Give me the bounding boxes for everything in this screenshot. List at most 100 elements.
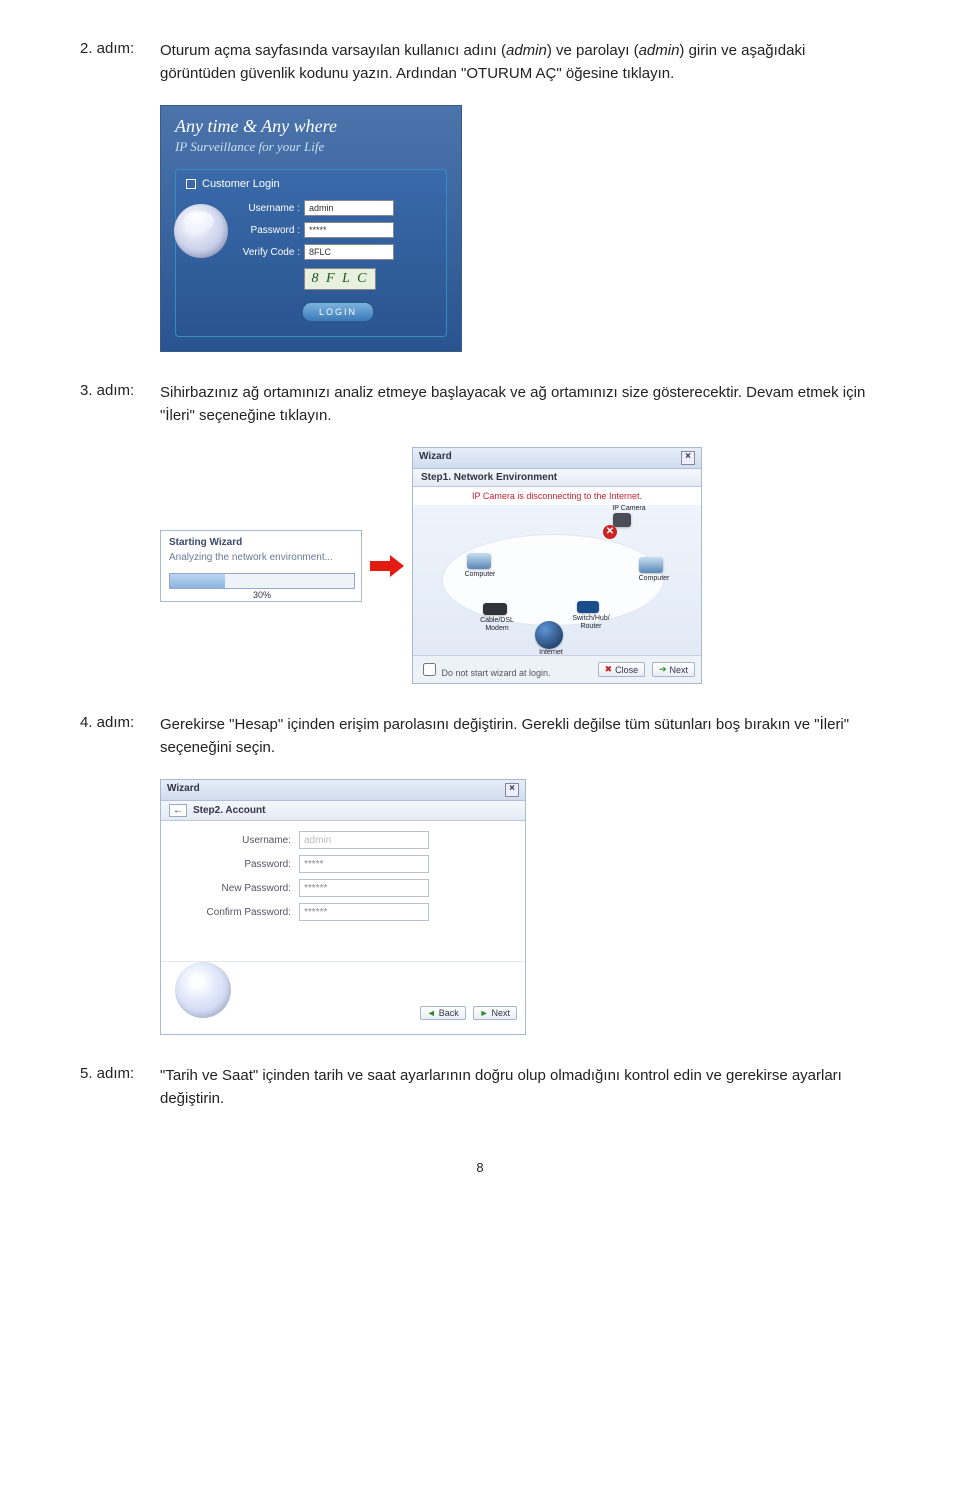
starting-wizard-body: Starting Wizard Analyzing the network en… <box>161 531 361 601</box>
step-2-admin1: admin <box>506 42 547 59</box>
step-2: 2. adım: Oturum açma sayfasında varsayıl… <box>80 40 880 85</box>
cloud-shape <box>443 535 663 625</box>
next-button[interactable]: ➔Next <box>652 662 695 677</box>
step-3: 3. adım: Sihirbazınız ağ ortamınızı anal… <box>80 382 880 427</box>
ip-camera-label: IP Camera <box>609 505 649 513</box>
captcha-image: 8 F L C <box>304 268 376 290</box>
password-input[interactable] <box>304 222 394 238</box>
env-warning-text: IP Camera is disconnecting to the Intern… <box>413 487 701 505</box>
step-5-text: "Tarih ve Saat" içinden tarih ve saat ay… <box>160 1065 880 1110</box>
account-lower: ◄Back ►Next <box>161 961 525 1034</box>
login-button[interactable]: LOGIN <box>302 302 374 322</box>
computer-right-label: Computer <box>637 575 671 583</box>
step-3-text: Sihirbazınız ağ ortamınızı analiz etmeye… <box>160 382 880 427</box>
env-titlebar: Wizard × <box>413 448 701 469</box>
account-password-input[interactable] <box>299 855 429 873</box>
account-password-label: Password: <box>171 859 291 870</box>
internet-label: Internet <box>531 649 571 655</box>
back-icon: ◄ <box>427 1008 436 1018</box>
password-label: Password : <box>240 225 300 236</box>
login-row-password: Password : <box>240 222 436 238</box>
login-row-verify: Verify Code : <box>240 244 436 260</box>
login-screenshot: Any time & Any where IP Surveillance for… <box>160 105 880 352</box>
step-5: 5. adım: "Tarih ve Saat" içinden tarih v… <box>80 1065 880 1110</box>
account-body: Username: Password: New Password: Confir… <box>161 821 525 921</box>
computer-left-label: Computer <box>463 571 497 579</box>
computer-right-icon <box>639 557 663 573</box>
account-next-button[interactable]: ►Next <box>473 1006 517 1020</box>
login-box: Customer Login Username : Password : Ver… <box>175 169 447 337</box>
step-2-text: Oturum açma sayfasında varsayılan kullan… <box>160 40 880 85</box>
account-titlebar: Wizard × <box>161 780 525 801</box>
account-panel: Wizard × ← Step2. Account Username: Pass… <box>160 779 526 1035</box>
step-4: 4. adım: Gerekirse "Hesap" içinden erişi… <box>80 714 880 759</box>
account-close-icon[interactable]: × <box>505 783 519 797</box>
step-4-text: Gerekirse "Hesap" içinden erişim parolas… <box>160 714 880 759</box>
back-button[interactable]: ◄Back <box>420 1006 466 1020</box>
account-screenshot: Wizard × ← Step2. Account Username: Pass… <box>160 779 880 1035</box>
account-row-newpass: New Password: <box>171 879 515 897</box>
account-title: Wizard <box>167 783 200 797</box>
account-step-label: Step2. Account <box>193 805 265 816</box>
progress-bar: 30% <box>169 573 355 589</box>
username-input[interactable] <box>304 200 394 216</box>
login-title-1: Any time & Any where <box>175 116 447 137</box>
step-4-label: 4. adım: <box>80 714 160 731</box>
env-title: Wizard <box>419 451 452 465</box>
env-footer: Do not start wizard at login. ✖Close ➔Ne… <box>413 655 701 683</box>
step-2-label: 2. adım: <box>80 40 160 57</box>
do-not-start-label: Do not start wizard at login. <box>442 668 551 678</box>
customer-login-icon <box>186 179 196 189</box>
arrow-icon <box>370 555 404 577</box>
login-rows: Username : Password : Verify Code : 8 F … <box>240 200 436 322</box>
step-5-label: 5. adım: <box>80 1065 160 1082</box>
step-2-text-part2: ) ve parolayı ( <box>547 42 639 59</box>
account-next-button-label: Next <box>491 1008 510 1018</box>
login-panel: Any time & Any where IP Surveillance for… <box>160 105 462 352</box>
account-confirm-input[interactable] <box>299 903 429 921</box>
modem-label: Cable/DSL Modem <box>473 617 521 633</box>
starting-wizard-title: Starting Wizard <box>169 537 353 548</box>
starting-wizard-panel: Starting Wizard Analyzing the network en… <box>160 530 362 602</box>
account-buttons: ◄Back ►Next <box>416 1006 517 1028</box>
page-number: 8 <box>80 1160 880 1175</box>
step-2-admin2: admin <box>639 42 680 59</box>
close-btn-icon: ✖ <box>605 664 613 675</box>
username-label: Username : <box>240 203 300 214</box>
wizard-screenshots: Starting Wizard Analyzing the network en… <box>160 447 880 684</box>
step-3-label: 3. adım: <box>80 382 160 399</box>
router-label: Switch/Hub/ Router <box>567 615 615 631</box>
close-button[interactable]: ✖Close <box>598 662 646 677</box>
verify-label: Verify Code : <box>240 247 300 258</box>
next-btn-icon: ➔ <box>659 664 667 675</box>
modem-icon <box>483 603 507 615</box>
close-button-label: Close <box>615 665 638 675</box>
account-row-confirm: Confirm Password: <box>171 903 515 921</box>
account-newpass-label: New Password: <box>171 883 291 894</box>
do-not-start-checkbox[interactable]: Do not start wizard at login. <box>419 660 551 679</box>
account-row-password: Password: <box>171 855 515 873</box>
progress-percent: 30% <box>170 588 354 602</box>
verify-input[interactable] <box>304 244 394 260</box>
account-row-username: Username: <box>171 831 515 849</box>
env-buttons: ✖Close ➔Next <box>594 662 695 677</box>
env-step-label: Step1. Network Environment <box>413 469 701 487</box>
customer-login-label: Customer Login <box>202 178 280 190</box>
network-diagram: ✕ IP Camera Computer Computer Cable/DSL … <box>413 505 701 655</box>
back-arrow-icon[interactable]: ← <box>169 804 187 817</box>
account-newpass-input[interactable] <box>299 879 429 897</box>
error-x-icon: ✕ <box>603 525 617 539</box>
ip-camera-icon <box>613 513 631 527</box>
account-confirm-label: Confirm Password: <box>171 907 291 918</box>
account-username-input <box>299 831 429 849</box>
avatar-icon <box>174 204 228 258</box>
close-icon[interactable]: × <box>681 451 695 465</box>
step-2-text-part1: Oturum açma sayfasında varsayılan kullan… <box>160 42 506 59</box>
login-header: Customer Login <box>186 178 436 190</box>
account-step-bar: ← Step2. Account <box>161 801 525 821</box>
router-icon <box>577 601 599 613</box>
computer-left-icon <box>467 553 491 569</box>
do-not-start-input[interactable] <box>423 663 436 676</box>
account-avatar-icon <box>175 962 231 1018</box>
login-title-2: IP Surveillance for your Life <box>175 139 447 155</box>
